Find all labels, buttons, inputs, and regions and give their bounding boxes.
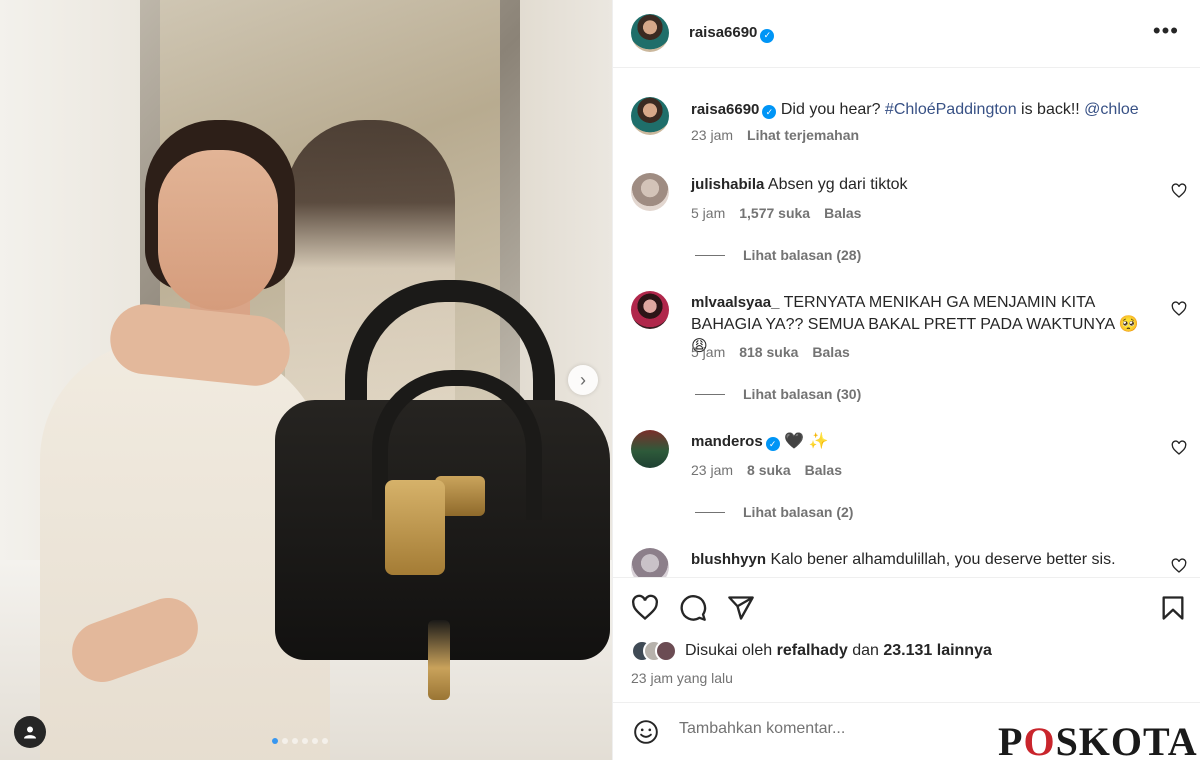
comment-likes[interactable]: 8 suka bbox=[747, 462, 791, 478]
bookmark-icon[interactable] bbox=[1159, 594, 1187, 622]
share-icon[interactable] bbox=[727, 594, 755, 622]
carousel-next-button[interactable]: › bbox=[568, 365, 598, 395]
heart-icon[interactable] bbox=[1171, 440, 1187, 456]
verified-icon: ✓ bbox=[762, 105, 777, 119]
comment-time: 23 jam bbox=[691, 462, 734, 478]
post-image[interactable]: › bbox=[0, 0, 612, 760]
comment-time: 5 jam bbox=[691, 205, 726, 221]
more-icon[interactable]: ••• bbox=[1153, 20, 1179, 42]
view-replies-button[interactable]: Lihat balasan (30) bbox=[695, 386, 861, 402]
heart-icon[interactable] bbox=[1171, 558, 1187, 574]
comment-text: blushhyyn Kalo bener alhamdulillah, you … bbox=[691, 549, 1161, 571]
watermark-text: P bbox=[998, 719, 1024, 760]
liker-avatar bbox=[655, 640, 677, 662]
comments-list[interactable]: raisa6690 ✓ Did you hear? #ChloéPaddingto… bbox=[613, 69, 1200, 577]
heart-icon[interactable] bbox=[1171, 183, 1187, 199]
reply-button[interactable]: Balas bbox=[812, 344, 849, 360]
comment-likes[interactable]: 1,577 suka bbox=[739, 205, 810, 221]
post-timestamp[interactable]: 23 jam yang lalu bbox=[631, 670, 733, 686]
replies-line bbox=[695, 254, 725, 256]
bag-key-tag bbox=[428, 620, 450, 700]
reply-button[interactable]: Balas bbox=[805, 462, 842, 478]
comment-meta: 23 jam 8 suka Balas bbox=[691, 462, 842, 478]
bag-padlock bbox=[385, 480, 445, 575]
view-replies-label: Lihat balasan (2) bbox=[743, 504, 854, 520]
comment-username[interactable]: blushhyyn bbox=[691, 551, 766, 568]
carousel-dot bbox=[282, 738, 288, 744]
likes-joiner: dan bbox=[852, 642, 879, 659]
comment-time: 5 jam bbox=[691, 344, 726, 360]
comment-body: 🖤 ✨ bbox=[784, 433, 829, 450]
replies-line bbox=[695, 511, 725, 513]
comment-meta: 5 jam 818 suka Balas bbox=[691, 344, 850, 360]
replies-line bbox=[695, 393, 725, 395]
verified-icon: ✓ bbox=[765, 437, 780, 451]
caption-mention[interactable]: @chloe bbox=[1084, 101, 1139, 118]
commenter-avatar[interactable] bbox=[631, 548, 669, 577]
commenter-avatar[interactable] bbox=[631, 173, 669, 211]
comment-body: Kalo bener alhamdulillah, you deserve be… bbox=[770, 551, 1116, 568]
author-line: raisa6690 ✓ bbox=[689, 24, 775, 43]
carousel-indicator bbox=[272, 738, 328, 744]
comment-likes[interactable]: 818 suka bbox=[739, 344, 798, 360]
caption-hashtag[interactable]: #ChloéPaddington bbox=[885, 101, 1017, 118]
likes-prefix: Disukai oleh bbox=[685, 642, 773, 659]
caption-meta: 23 jam Lihat terjemahan bbox=[691, 127, 859, 143]
likes-others[interactable]: 23.131 lainnya bbox=[883, 642, 992, 659]
comment-username[interactable]: mlvaalsyaa_ bbox=[691, 294, 779, 311]
commenter-avatar[interactable] bbox=[631, 291, 669, 329]
comment-item: mlvaalsyaa_ TERNYATA MENIKAH GA MENJAMIN… bbox=[613, 291, 1200, 411]
author-username[interactable]: raisa6690 bbox=[689, 24, 757, 41]
carousel-dot bbox=[312, 738, 318, 744]
person-face bbox=[158, 150, 278, 310]
comment-input[interactable] bbox=[679, 720, 979, 738]
watermark-text-rest: SKOTA bbox=[1055, 719, 1198, 760]
user-tag-icon bbox=[24, 726, 36, 739]
verified-icon: ✓ bbox=[760, 28, 775, 43]
emoji-icon[interactable] bbox=[633, 719, 659, 745]
carousel-dot bbox=[292, 738, 298, 744]
heart-icon[interactable] bbox=[631, 594, 659, 622]
carousel-dot bbox=[322, 738, 328, 744]
comment-item: julishabila Absen yg dari tiktok 5 jam 1… bbox=[613, 173, 1200, 273]
caption-username[interactable]: raisa6690 bbox=[691, 101, 759, 118]
carousel-dot bbox=[302, 738, 308, 744]
watermark-accent-letter: O bbox=[1023, 719, 1056, 760]
see-translation-link[interactable]: Lihat terjemahan bbox=[747, 127, 859, 143]
comment-username[interactable]: julishabila bbox=[691, 176, 764, 193]
comment-meta: 5 jam 1,577 suka Balas bbox=[691, 205, 861, 221]
caption-text: raisa6690 ✓ Did you hear? #ChloéPaddingto… bbox=[691, 99, 1161, 121]
comment-item: blushhyyn Kalo bener alhamdulillah, you … bbox=[613, 548, 1200, 577]
view-replies-label: Lihat balasan (28) bbox=[743, 247, 862, 263]
user-tags-button[interactable] bbox=[14, 716, 46, 748]
caption-body: Did you hear? bbox=[780, 101, 885, 118]
view-replies-button[interactable]: Lihat balasan (2) bbox=[695, 504, 853, 520]
likes-text: Disukai oleh refalhady dan 23.131 lainny… bbox=[685, 642, 992, 660]
comment-body: Absen yg dari tiktok bbox=[767, 176, 908, 193]
poskota-watermark-logo: POSKOTA bbox=[998, 722, 1198, 760]
caption-time: 23 jam bbox=[691, 127, 734, 143]
comment-text: manderos ✓ 🖤 ✨ bbox=[691, 431, 1161, 453]
likers-avatars bbox=[631, 640, 677, 662]
reply-button[interactable]: Balas bbox=[824, 205, 861, 221]
comment-text: julishabila Absen yg dari tiktok bbox=[691, 174, 1161, 196]
heart-icon[interactable] bbox=[1171, 301, 1187, 317]
view-replies-label: Lihat balasan (30) bbox=[743, 386, 862, 402]
liker-username[interactable]: refalhady bbox=[777, 642, 848, 659]
likes-summary[interactable]: Disukai oleh refalhady dan 23.131 lainny… bbox=[631, 640, 992, 662]
post-actions: Disukai oleh refalhady dan 23.131 lainny… bbox=[613, 577, 1200, 702]
comment-item: manderos ✓ 🖤 ✨ 23 jam 8 suka Balas Lihat … bbox=[613, 430, 1200, 530]
post-sidebar: raisa6690 ✓ ••• raisa6690 ✓ Did you hear? … bbox=[612, 0, 1200, 760]
commenter-avatar[interactable] bbox=[631, 430, 669, 468]
comment-username[interactable]: manderos bbox=[691, 433, 763, 450]
caption: raisa6690 ✓ Did you hear? #ChloéPaddingto… bbox=[613, 97, 1200, 157]
post-header: raisa6690 ✓ ••• bbox=[613, 0, 1200, 68]
carousel-dot bbox=[272, 738, 278, 744]
caption-body-mid: is back!! bbox=[1016, 101, 1085, 118]
chevron-right-icon: › bbox=[580, 369, 586, 390]
author-avatar[interactable] bbox=[631, 14, 669, 52]
caption-avatar[interactable] bbox=[631, 97, 669, 135]
comment-icon[interactable] bbox=[679, 594, 707, 622]
view-replies-button[interactable]: Lihat balasan (28) bbox=[695, 247, 861, 263]
